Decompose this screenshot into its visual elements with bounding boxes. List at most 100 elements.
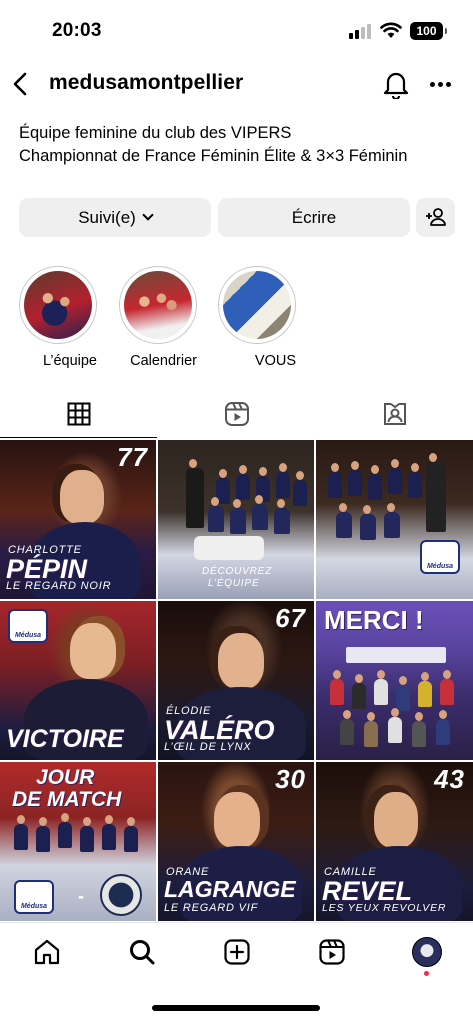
jersey-number: 30 xyxy=(275,764,306,794)
player-figure xyxy=(388,459,402,494)
bio-line: Équipe feminine du club des VIPERS xyxy=(19,124,292,142)
back-chevron-icon[interactable] xyxy=(8,68,34,100)
fan-figure xyxy=(330,670,344,705)
player-tagline: L’œil de lynx xyxy=(164,741,252,753)
signal-icon xyxy=(349,23,371,39)
player-figure xyxy=(236,465,250,500)
medusa-logo: Médusa xyxy=(8,609,48,643)
post-thumbnail[interactable]: 43 Camille Revel Les yeux revolver xyxy=(316,762,473,921)
player-figure xyxy=(360,505,376,540)
fan-figure xyxy=(418,672,432,707)
fan-figure xyxy=(436,710,450,745)
profile-bio: Équipe feminine du club des VIPERS Champ… xyxy=(19,122,459,168)
nav-search[interactable] xyxy=(127,937,157,967)
logo-text: Médusa xyxy=(426,563,454,570)
post-title: Merci ! xyxy=(324,605,424,635)
player-figure xyxy=(408,463,422,498)
profile-avatar[interactable] xyxy=(412,937,442,967)
highlight-cover xyxy=(223,271,291,339)
highlight-label: L’équipe xyxy=(42,353,97,369)
nav-reels[interactable] xyxy=(317,937,347,967)
player-last-name: Lagrange xyxy=(164,876,296,902)
post-thumbnail[interactable]: Jour de match Médusa - xyxy=(0,762,156,921)
post-title: Victoire xyxy=(6,725,124,753)
highlight-ring xyxy=(119,266,197,344)
home-icon xyxy=(34,939,60,965)
nav-home[interactable] xyxy=(32,937,62,967)
post-caption-line: Découvrez xyxy=(202,566,272,577)
player-figure xyxy=(58,813,72,848)
logo-text: Médusa xyxy=(14,632,42,639)
post-thumbnail[interactable]: Découvrez l’équipe xyxy=(158,440,314,599)
logo-text: Médusa xyxy=(20,903,48,910)
post-thumbnail[interactable]: Merci ! xyxy=(316,601,473,760)
post-thumbnail[interactable]: 30 Orane Lagrange Le regard vif xyxy=(158,762,314,921)
player-figure xyxy=(336,503,352,538)
player-tagline: Les yeux revolver xyxy=(322,902,447,914)
status-time: 20:03 xyxy=(52,20,102,41)
post-thumbnail[interactable]: 77 Charlotte Pépin Le regard noir xyxy=(0,440,156,599)
player-figure xyxy=(102,815,116,850)
highlight-cover xyxy=(124,271,192,339)
nav-create[interactable] xyxy=(222,937,252,967)
reels-icon xyxy=(319,939,345,965)
player-photo xyxy=(70,623,116,679)
fan-figure xyxy=(396,676,410,711)
highlight-calendrier[interactable]: Calendrier xyxy=(119,266,197,370)
player-figure xyxy=(208,497,224,532)
following-button[interactable]: Suivi(e) xyxy=(19,198,211,237)
player-figure xyxy=(276,463,290,498)
add-user-button[interactable] xyxy=(416,198,455,237)
highlight-vous[interactable]: VOUS xyxy=(218,266,296,370)
profile-tabs xyxy=(0,390,473,438)
more-icon[interactable] xyxy=(428,73,454,95)
message-label: Écrire xyxy=(291,208,337,227)
home-indicator xyxy=(152,1005,320,1011)
goalie-pads xyxy=(194,536,264,560)
post-title: Jour xyxy=(36,766,95,789)
bio-line: Championnat de France Féminin Élite & 3×… xyxy=(19,147,408,165)
player-figure xyxy=(80,817,94,852)
medusa-logo: Médusa xyxy=(420,540,460,574)
player-figure xyxy=(186,459,204,528)
tab-tagged[interactable] xyxy=(316,390,473,438)
highlight-label: VOUS xyxy=(254,353,296,369)
player-figure xyxy=(293,471,307,506)
fan-figure xyxy=(388,708,402,743)
player-figure xyxy=(274,499,290,534)
player-tagline: Le regard vif xyxy=(164,902,259,914)
fan-figure xyxy=(412,712,426,747)
player-photo xyxy=(218,633,264,689)
fan-figure xyxy=(352,674,366,709)
player-figure xyxy=(384,503,400,538)
player-figure xyxy=(14,815,28,850)
post-thumbnail[interactable]: Médusa Victoire xyxy=(0,601,156,760)
post-thumbnail[interactable]: 67 Élodie Valéro L’œil de lynx xyxy=(158,601,314,760)
jersey-number: 43 xyxy=(434,764,465,794)
player-photo xyxy=(60,470,104,524)
highlight-equipe[interactable]: L’équipe xyxy=(19,266,97,370)
create-icon xyxy=(224,939,250,965)
tab-reels[interactable] xyxy=(158,390,315,438)
player-figure xyxy=(348,461,362,496)
bottom-nav xyxy=(0,922,473,982)
fan-figure xyxy=(364,712,378,747)
status-bar: 20:03 100 xyxy=(0,0,473,62)
tab-posts[interactable] xyxy=(0,390,157,438)
player-figure xyxy=(368,465,382,500)
player-photo xyxy=(214,792,260,848)
post-thumbnail[interactable]: Médusa xyxy=(316,440,473,599)
highlight-ring xyxy=(19,266,97,344)
medusa-logo: Médusa xyxy=(14,880,54,914)
player-figure xyxy=(328,463,342,498)
bell-icon[interactable] xyxy=(382,69,410,99)
notification-dot xyxy=(424,971,429,976)
profile-header: medusamontpellier xyxy=(0,62,473,108)
opponent-logo xyxy=(100,874,142,916)
post-title: de match xyxy=(12,788,122,811)
player-figure xyxy=(230,499,246,534)
player-figure xyxy=(124,817,138,852)
message-button[interactable]: Écrire xyxy=(218,198,410,237)
player-tagline: Le regard noir xyxy=(6,580,112,592)
search-icon xyxy=(130,940,155,965)
